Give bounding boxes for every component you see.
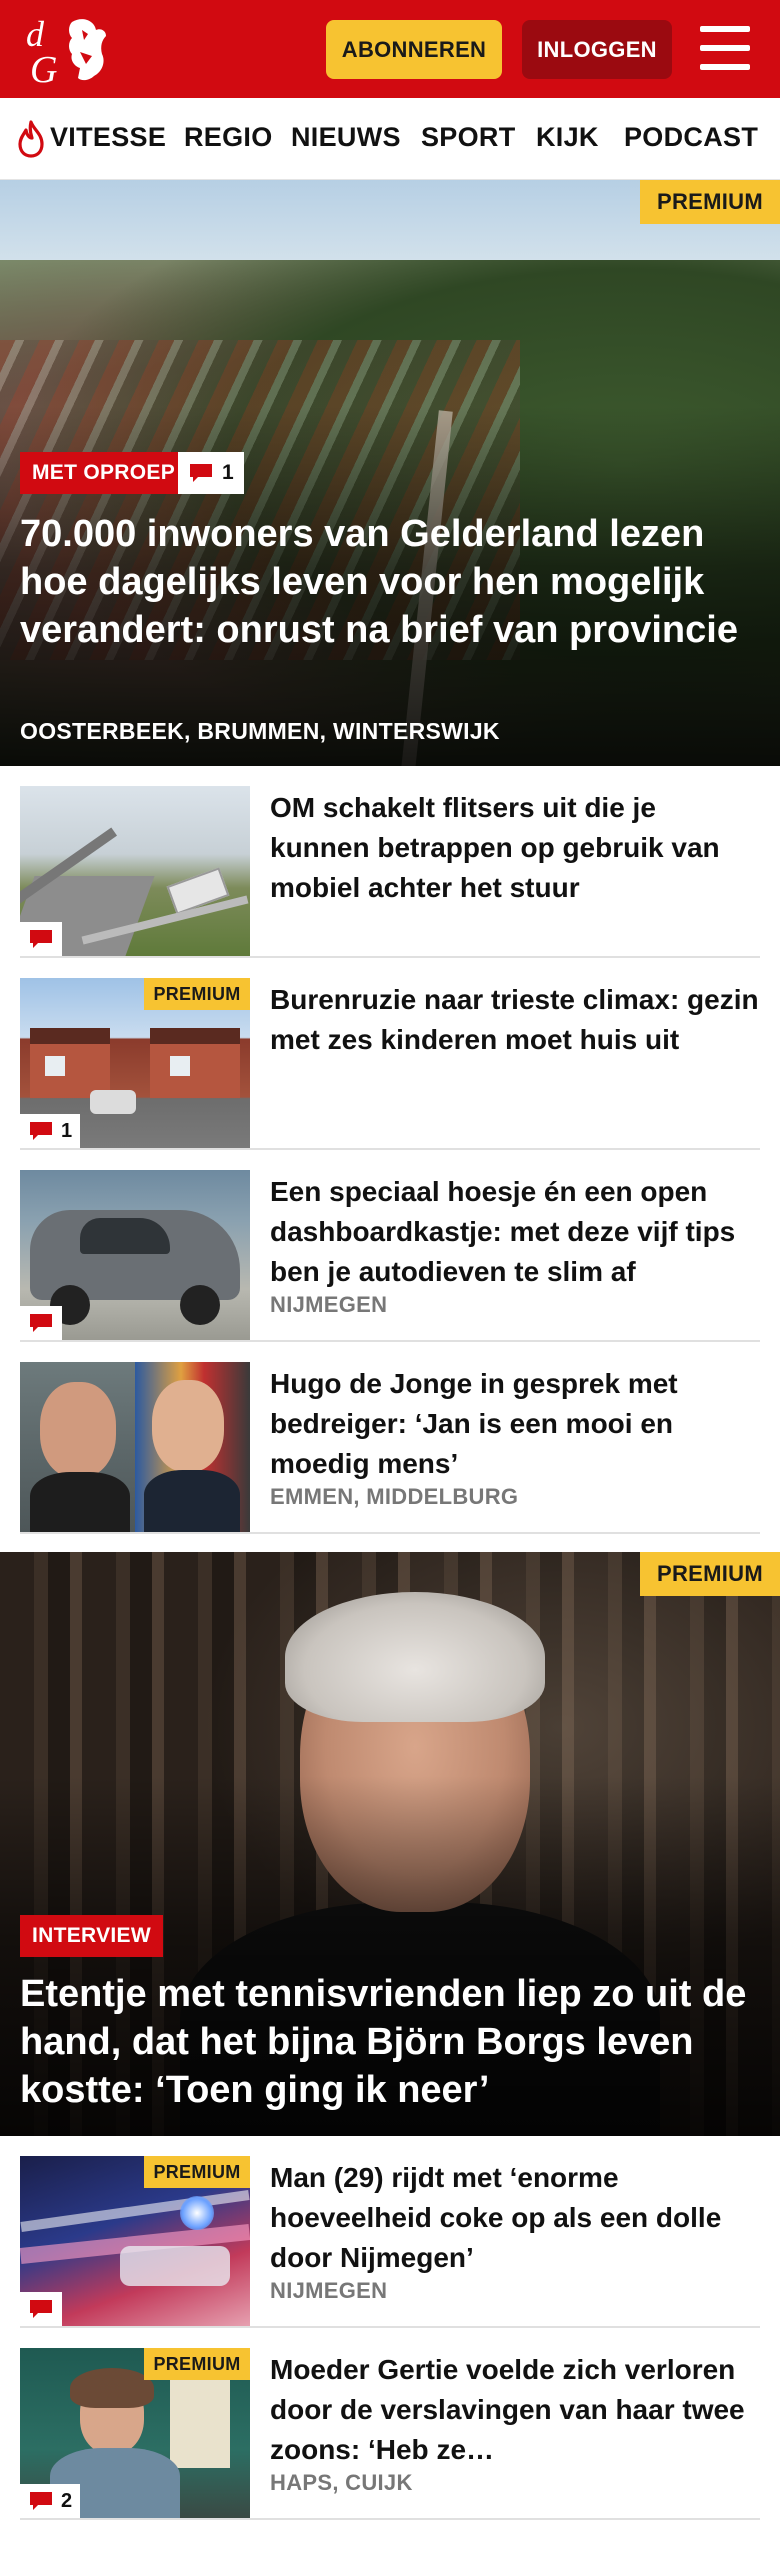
comment-count-badge bbox=[20, 922, 62, 956]
premium-badge: PREMIUM bbox=[640, 180, 780, 224]
comment-count-badge: 2 bbox=[20, 2484, 81, 2518]
comment-bubble-icon bbox=[30, 930, 52, 948]
list-item[interactable]: PREMIUM 2 Moeder Gertie voelde zich verl… bbox=[20, 2328, 760, 2520]
list-item[interactable]: OM schakelt flitsers uit die je kunnen b… bbox=[20, 766, 760, 958]
nav-item-podcast[interactable]: PODCAST bbox=[624, 122, 758, 153]
article-thumbnail bbox=[20, 1170, 250, 1340]
article-location: NIJMEGEN bbox=[270, 1292, 388, 1317]
article-label: INTERVIEW bbox=[20, 1915, 163, 1957]
hero-image-person-hair bbox=[285, 1592, 545, 1722]
flame-icon bbox=[18, 120, 44, 158]
premium-badge: PREMIUM bbox=[144, 2156, 250, 2188]
article-headline[interactable]: Man (29) rijdt met ‘enorme hoeveelheid c… bbox=[270, 2158, 760, 2278]
article-headline[interactable]: Moeder Gertie voelde zich verloren door … bbox=[270, 2350, 760, 2470]
hamburger-menu-icon[interactable] bbox=[700, 26, 750, 70]
article-headline[interactable]: Burenruzie naar trieste climax: gezin me… bbox=[270, 980, 760, 1060]
svg-text:d: d bbox=[26, 14, 45, 54]
comment-count-badge bbox=[20, 2292, 62, 2326]
nav-item-kijk[interactable]: KIJK bbox=[536, 122, 599, 153]
brand-logo[interactable]: d G bbox=[22, 10, 122, 91]
list-item[interactable]: PREMIUM 1 Burenruzie naar trieste climax… bbox=[20, 958, 760, 1150]
comment-bubble-icon bbox=[30, 2300, 52, 2318]
article-thumbnail: PREMIUM bbox=[20, 2156, 250, 2326]
subscribe-button[interactable]: ABONNEREN bbox=[326, 20, 502, 79]
comment-bubble-icon bbox=[30, 1122, 52, 1140]
hero-article-1[interactable]: PREMIUM MET OPROEP 1 70.000 inwoners van… bbox=[0, 180, 780, 766]
comment-count: 1 bbox=[61, 1119, 73, 1142]
comment-count: 2 bbox=[61, 2489, 73, 2512]
comment-count-badge bbox=[20, 1306, 62, 1340]
list-item[interactable]: Hugo de Jonge in gesprek met bedreiger: … bbox=[20, 1342, 760, 1534]
nav-item-vitesse[interactable]: VITESSE bbox=[50, 122, 166, 153]
article-headline[interactable]: OM schakelt flitsers uit die je kunnen b… bbox=[270, 788, 760, 908]
article-headline[interactable]: Hugo de Jonge in gesprek met bedreiger: … bbox=[270, 1364, 760, 1484]
list-item[interactable]: Een speciaal hoesje én een open dashboar… bbox=[20, 1150, 760, 1342]
article-thumbnail: PREMIUM 1 bbox=[20, 978, 250, 1148]
section-nav: VITESSE REGIO NIEUWS SPORT KIJK PODCAST bbox=[0, 98, 780, 180]
comment-bubble-icon bbox=[30, 2492, 52, 2510]
article-location: EMMEN, MIDDELBURG bbox=[270, 1484, 519, 1509]
premium-badge: PREMIUM bbox=[144, 978, 250, 1010]
premium-badge: PREMIUM bbox=[144, 2348, 250, 2380]
top-header: d G ABONNEREN INLOGGEN bbox=[0, 0, 780, 98]
login-button[interactable]: INLOGGEN bbox=[522, 20, 672, 79]
comment-count: 1 bbox=[222, 461, 234, 484]
article-thumbnail bbox=[20, 1362, 250, 1532]
hero-headline[interactable]: 70.000 inwoners van Gelderland lezen hoe… bbox=[20, 510, 765, 654]
hero-headline[interactable]: Etentje met tennisvrienden liep zo uit d… bbox=[20, 1970, 765, 2114]
article-headline[interactable]: Een speciaal hoesje én een open dashboar… bbox=[270, 1172, 760, 1292]
nav-item-nieuws[interactable]: NIEUWS bbox=[291, 122, 401, 153]
premium-badge: PREMIUM bbox=[640, 1552, 780, 1596]
comment-count-badge: 1 bbox=[20, 1114, 81, 1148]
article-location: NIJMEGEN bbox=[270, 2278, 388, 2303]
article-label: MET OPROEP bbox=[20, 452, 188, 494]
hero-article-2[interactable]: PREMIUM INTERVIEW Etentje met tennisvrie… bbox=[0, 1552, 780, 2136]
comment-bubble-icon bbox=[190, 464, 212, 482]
nav-item-regio[interactable]: REGIO bbox=[184, 122, 273, 153]
hero-locations: OOSTERBEEK, BRUMMEN, WINTERSWIJK bbox=[20, 718, 500, 744]
article-thumbnail: PREMIUM 2 bbox=[20, 2348, 250, 2518]
comment-count-badge: 1 bbox=[178, 452, 244, 494]
list-item[interactable]: PREMIUM Man (29) rijdt met ‘enorme hoeve… bbox=[20, 2136, 760, 2328]
article-location: HAPS, CUIJK bbox=[270, 2470, 413, 2495]
svg-text:G: G bbox=[30, 49, 57, 90]
nav-item-sport[interactable]: SPORT bbox=[421, 122, 516, 153]
comment-bubble-icon bbox=[30, 1314, 52, 1332]
article-thumbnail bbox=[20, 786, 250, 956]
